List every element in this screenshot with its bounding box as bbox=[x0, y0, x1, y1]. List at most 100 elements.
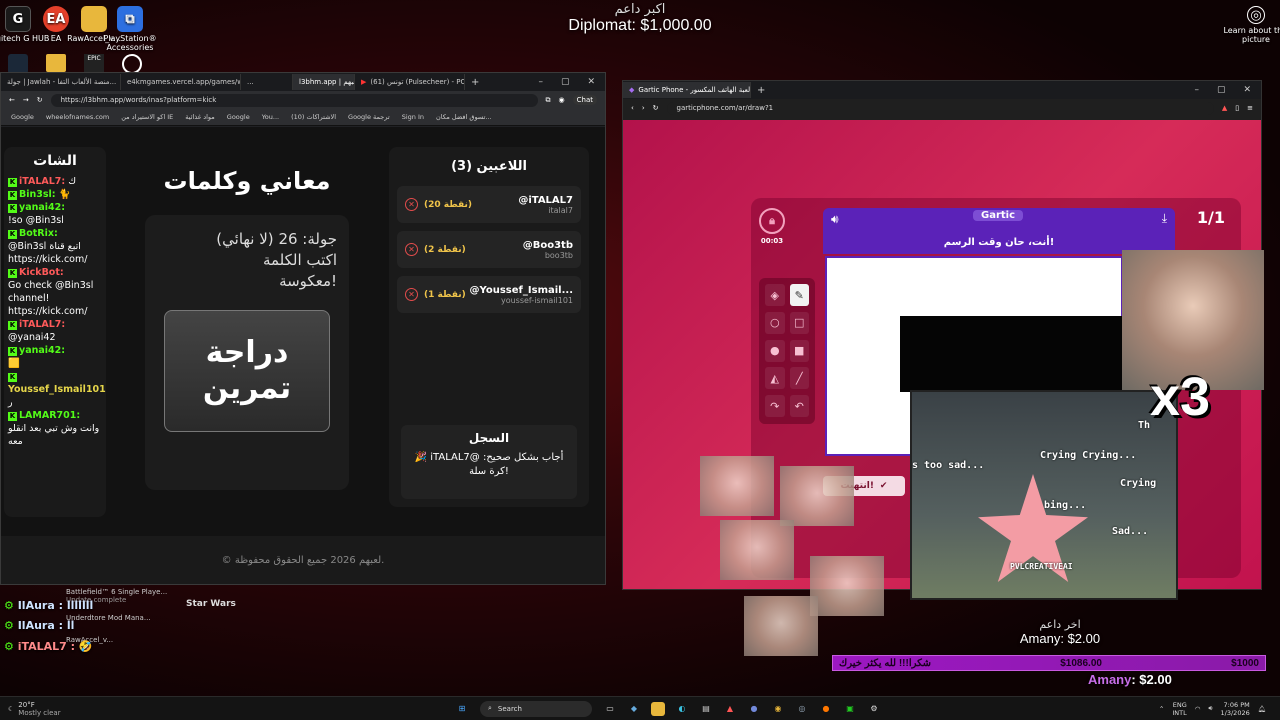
player-handle: youssef-ismail101 bbox=[500, 295, 573, 305]
undo-icon[interactable]: ↶ bbox=[789, 395, 809, 418]
clock[interactable]: 7:06 PM 1/3/2026 bbox=[1221, 701, 1250, 717]
goal-target: $1000 bbox=[1231, 657, 1259, 669]
baby-face bbox=[810, 556, 884, 616]
word-line-1: دراجة bbox=[205, 335, 289, 370]
discord-icon[interactable]: ● bbox=[747, 702, 761, 716]
new-tab-button[interactable]: + bbox=[751, 85, 771, 96]
reload-icon[interactable]: ↻ bbox=[37, 96, 43, 104]
new-tab-button[interactable]: + bbox=[465, 77, 485, 88]
remove-player-icon[interactable]: ✕ bbox=[405, 198, 418, 211]
forward-icon[interactable]: → bbox=[23, 96, 29, 104]
extensions-icon[interactable]: ⧉ bbox=[546, 96, 551, 105]
store-icon[interactable]: ▤ bbox=[699, 702, 713, 716]
volume-icon[interactable]: 🔊︎ bbox=[1208, 704, 1212, 713]
player-points: (2 نقطة) bbox=[424, 244, 466, 255]
bookmark-item[interactable]: تسوق افضل مكان... bbox=[436, 113, 492, 121]
folder-icon[interactable] bbox=[46, 54, 66, 72]
latest-donor-title: اخر داعم bbox=[1039, 618, 1081, 631]
ubisoft-icon[interactable] bbox=[122, 54, 142, 74]
taskbar-search[interactable]: ⌕ Search bbox=[480, 700, 592, 717]
download-icon[interactable]: ⤓ bbox=[1162, 211, 1167, 226]
forward-icon[interactable]: › bbox=[642, 104, 645, 112]
player-points: (1 نقطة) bbox=[424, 289, 466, 300]
kick-badge-icon: K bbox=[8, 321, 17, 330]
tab-jawlah[interactable]: جولة | Jawlah - منصة الألعاب التفا... bbox=[1, 74, 121, 90]
chrome-icon[interactable]: ◉ bbox=[771, 702, 785, 716]
profile-icon[interactable]: ◉ bbox=[559, 96, 565, 104]
start-icon[interactable]: ⊞ bbox=[455, 702, 469, 716]
file-explorer-icon[interactable] bbox=[651, 701, 665, 716]
url-field[interactable]: https://l3bhm.app/words/inas?platform=ki… bbox=[50, 93, 538, 107]
lock-icon: 🔒︎ bbox=[759, 208, 785, 234]
tab-youtube[interactable]: ▶(61) ﺗﻮﻧﺲ (Pulsecheer) - PONPONI... bbox=[355, 74, 465, 90]
bookmark-item[interactable]: Google bbox=[227, 113, 250, 121]
kick-badge-icon: K bbox=[8, 373, 17, 382]
star-wars-label[interactable]: Star Wars bbox=[186, 599, 236, 609]
bookmark-item[interactable]: You... bbox=[262, 113, 279, 121]
brave-icon[interactable]: ▲ bbox=[723, 702, 737, 716]
minimize-icon[interactable]: – bbox=[538, 77, 543, 87]
firefox-icon[interactable]: ● bbox=[819, 702, 833, 716]
maximize-icon[interactable]: ▢ bbox=[1217, 85, 1226, 95]
pencil-tool-icon[interactable]: ✎ bbox=[789, 284, 809, 306]
wifi-icon[interactable]: ◠ bbox=[1195, 705, 1201, 713]
redo-icon[interactable]: ↷ bbox=[765, 395, 785, 418]
moon-icon: ☾ bbox=[8, 704, 15, 713]
filled-square-tool-icon[interactable]: ■ bbox=[789, 339, 809, 362]
weather-widget[interactable]: ☾ 20°F Mostly clear bbox=[0, 701, 180, 717]
chat-message: Kyanai42: 🟨 bbox=[8, 345, 66, 369]
fill-bucket-icon[interactable]: ◭ bbox=[765, 367, 785, 390]
bookmark-item[interactable]: wheelofnames.com bbox=[46, 113, 109, 121]
eraser-tool-icon[interactable]: ◈ bbox=[765, 284, 785, 306]
chat-button[interactable]: Chat bbox=[572, 95, 597, 105]
tab-gartic[interactable]: ◆ Gartic Phone - لعبة الهاتف المكسور bbox=[623, 82, 751, 98]
bookmark-item[interactable]: اكو الاستيراد من IE bbox=[121, 113, 173, 121]
steam-icon[interactable] bbox=[8, 54, 28, 74]
circle-tool-icon[interactable]: ○ bbox=[765, 311, 785, 334]
steam-icon[interactable]: ◎ bbox=[795, 702, 809, 716]
menu-icon[interactable]: ≡ bbox=[1247, 104, 1253, 112]
remove-player-icon[interactable]: ✕ bbox=[405, 243, 418, 256]
chat-message: KiTALAL7: @yanai42 bbox=[8, 319, 66, 343]
copilot-icon[interactable]: ◆ bbox=[627, 702, 641, 716]
language-indicator[interactable]: ENG INTL bbox=[1172, 701, 1186, 717]
sidebar-icon[interactable]: ▯ bbox=[1235, 104, 1239, 112]
close-icon[interactable]: ✕ bbox=[587, 77, 595, 87]
remove-player-icon[interactable]: ✕ bbox=[405, 288, 418, 301]
back-icon[interactable]: ‹ bbox=[631, 104, 634, 112]
reload-icon[interactable]: ↻ bbox=[653, 104, 659, 112]
l3bhm-page: الشات KiTALAL7: ك K Bin3sl: 🐈 Kyanai42: !s… bbox=[1, 127, 605, 584]
square-tool-icon[interactable]: □ bbox=[789, 311, 809, 334]
gartic-header: 🔊︎ Gartic ⤓ أنت، حان وقت الرسم! bbox=[823, 208, 1175, 254]
volume-icon[interactable]: 🔊︎ bbox=[831, 212, 839, 227]
brave-shield-icon[interactable]: ▲ bbox=[1222, 104, 1227, 112]
bookmark-item[interactable]: Google bbox=[11, 113, 34, 121]
url-field[interactable]: garticphone.com/ar/draw?1 bbox=[666, 101, 1214, 115]
edge-icon[interactable]: ◐ bbox=[675, 702, 689, 716]
tab-e4km[interactable]: e4kmgames.vercel.app/games/w... bbox=[121, 74, 241, 90]
bookmark-item[interactable]: Google ترجمة bbox=[348, 113, 390, 121]
back-icon[interactable]: ← bbox=[9, 96, 15, 104]
settings-icon[interactable]: ⚙ bbox=[867, 702, 881, 716]
chat-message: KYoussef_Ismail101 ر bbox=[8, 373, 106, 408]
xbox-icon[interactable]: ▣ bbox=[843, 702, 857, 716]
bookmark-item[interactable]: Sign In bbox=[402, 113, 424, 121]
notification-item[interactable]: Underdtore Mod Mana... bbox=[66, 614, 186, 622]
filled-circle-tool-icon[interactable]: ● bbox=[765, 339, 785, 362]
tab-more[interactable]: ... bbox=[241, 74, 293, 90]
taskbar-apps: ⊞ ⌕ Search ▭ ◆ ◐ ▤ ▲ ● ◉ ◎ ● ▣ ⚙ bbox=[450, 700, 886, 717]
word-card: دراجة تمرين bbox=[164, 310, 330, 432]
gartic-logo: Gartic bbox=[973, 210, 1024, 221]
minimize-icon[interactable]: – bbox=[1194, 85, 1199, 95]
tray-expand-icon[interactable]: ⌃ bbox=[1159, 705, 1164, 713]
bookmark-item[interactable]: مواد غذائية bbox=[185, 113, 214, 121]
footer-text: © لعبهم 2026 جميع الحقوق محفوظة. bbox=[221, 554, 385, 566]
task-view-icon[interactable]: ▭ bbox=[603, 702, 617, 716]
epic-games-icon[interactable]: EPIC bbox=[84, 54, 104, 74]
close-icon[interactable]: ✕ bbox=[1243, 85, 1251, 95]
bookmark-item[interactable]: (10) الاشتراكات bbox=[291, 113, 336, 121]
notification-bell-icon[interactable]: 🔔︎ bbox=[1258, 705, 1266, 713]
tab-l3bhm[interactable]: l3bhm.app | لعبهم bbox=[293, 74, 355, 90]
line-tool-icon[interactable]: ╱ bbox=[789, 367, 809, 390]
maximize-icon[interactable]: ▢ bbox=[561, 77, 570, 87]
